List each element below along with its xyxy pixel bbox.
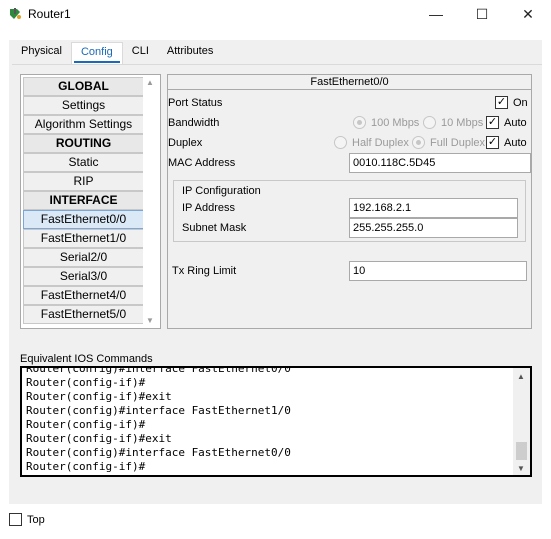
ios-commands-text: Router(config)#interface FastEthernet0/0… xyxy=(26,366,291,474)
interface-panel-title: FastEthernet0/0 xyxy=(168,75,531,90)
tx-ring-limit-label: Tx Ring Limit xyxy=(172,265,237,277)
top-label: Top xyxy=(27,514,45,526)
half-duplex-radio[interactable] xyxy=(334,136,347,149)
mac-address-label: MAC Address xyxy=(168,157,236,169)
bandwidth-label: Bandwidth xyxy=(168,117,220,129)
ip-configuration-label: IP Configuration xyxy=(182,185,261,197)
minimize-icon: — xyxy=(429,6,443,22)
close-icon: ✕ xyxy=(522,5,534,22)
port-status-on-checkbox[interactable]: ✓ xyxy=(495,96,508,109)
router-app-icon xyxy=(10,8,21,19)
sidebar-list: GLOBAL Settings Algorithm Settings ROUTING S… xyxy=(23,77,144,324)
ios-command-line: Router(config-if)# xyxy=(26,376,146,389)
ios-command-line: Router(config-if)# xyxy=(26,460,146,473)
duplex-label: Duplex xyxy=(168,137,203,149)
tab-bar: Physical Config CLI Attributes xyxy=(12,42,222,64)
sidebar-item-routing: ROUTING xyxy=(23,134,144,153)
tab-physical[interactable]: Physical xyxy=(12,42,71,64)
sidebar-item-fastethernet0-0[interactable]: FastEthernet0/0 xyxy=(23,210,144,229)
sidebar-item-algorithm-settings[interactable]: Algorithm Settings xyxy=(23,115,144,134)
tab-cli-label: CLI xyxy=(131,45,149,57)
ios-command-line: Router(config)#interface FastEthernet1/0 xyxy=(26,404,291,417)
tab-attributes-label: Attributes xyxy=(166,45,214,57)
console-scroll-up-icon[interactable]: ▲ xyxy=(517,372,525,381)
sidebar-item-interface: INTERFACE xyxy=(23,191,144,210)
tab-attributes[interactable]: Attributes xyxy=(158,42,222,64)
full-duplex-radio[interactable] xyxy=(412,136,425,149)
port-status-on-label: On xyxy=(513,97,528,109)
bandwidth-10-label: 10 Mbps xyxy=(441,117,484,129)
config-sidebar: GLOBAL Settings Algorithm Settings ROUTING S… xyxy=(20,74,161,329)
scroll-up-icon[interactable]: ▲ xyxy=(146,78,154,87)
ios-command-line: Router(config)#interface FastEthernet0/0 xyxy=(26,366,291,375)
tab-config[interactable]: Config xyxy=(70,42,123,64)
sidebar-item-serial3-0[interactable]: Serial3/0 xyxy=(23,267,144,286)
bandwidth-100-radio[interactable] xyxy=(353,116,366,129)
console-scroll-down-icon[interactable]: ▼ xyxy=(517,464,525,473)
port-status-label: Port Status xyxy=(168,97,223,109)
bandwidth-100-label: 100 Mbps xyxy=(371,117,420,129)
bandwidth-auto-checkbox[interactable]: ✓ xyxy=(486,116,499,129)
maximize-icon: ☐ xyxy=(475,5,489,22)
title-bar: Router1 — ☐ ✕ xyxy=(0,0,551,30)
tab-physical-label: Physical xyxy=(21,45,62,57)
close-button[interactable]: ✕ xyxy=(505,0,551,28)
console-scroll-thumb[interactable] xyxy=(516,442,527,460)
ios-command-line: Router(config)#interface FastEthernet0/0 xyxy=(26,446,291,459)
tab-config-label: Config xyxy=(80,46,113,58)
ios-command-line: Router(config-if)#exit xyxy=(26,432,172,445)
top-checkbox[interactable] xyxy=(9,513,22,526)
sidebar-item-fastethernet4-0[interactable]: FastEthernet4/0 xyxy=(23,286,144,305)
sidebar-item-rip[interactable]: RIP xyxy=(23,172,144,191)
tab-active-indicator xyxy=(73,61,120,63)
bandwidth-auto-label: Auto xyxy=(504,117,527,129)
scroll-down-icon[interactable]: ▼ xyxy=(146,316,154,325)
tx-ring-limit-field[interactable]: 10 xyxy=(349,261,527,281)
sidebar-item-serial2-0[interactable]: Serial2/0 xyxy=(23,248,144,267)
tab-cli[interactable]: CLI xyxy=(123,42,158,64)
subnet-mask-field[interactable]: 255.255.255.0 xyxy=(349,218,518,238)
bandwidth-10-radio[interactable] xyxy=(423,116,436,129)
ios-commands-console[interactable]: Router(config)#interface FastEthernet0/0… xyxy=(20,366,532,477)
ios-commands-label: Equivalent IOS Commands xyxy=(20,353,153,365)
full-duplex-label: Full Duplex xyxy=(430,137,486,149)
ip-address-label: IP Address xyxy=(182,202,235,214)
duplex-auto-label: Auto xyxy=(504,137,527,149)
ip-address-field[interactable]: 192.168.2.1 xyxy=(349,198,518,218)
sidebar-item-fastethernet5-0[interactable]: FastEthernet5/0 xyxy=(23,305,144,324)
sidebar-item-global: GLOBAL xyxy=(23,77,144,96)
console-scrollbar[interactable]: ▲ ▼ xyxy=(513,368,530,475)
subnet-mask-label: Subnet Mask xyxy=(182,222,247,234)
sidebar-item-settings[interactable]: Settings xyxy=(23,96,144,115)
sidebar-scrollbar[interactable]: ▲ ▼ xyxy=(143,76,159,327)
maximize-button[interactable]: ☐ xyxy=(459,0,505,28)
ios-command-line: Router(config-if)#exit xyxy=(26,390,172,403)
sidebar-item-static[interactable]: Static xyxy=(23,153,144,172)
duplex-auto-checkbox[interactable]: ✓ xyxy=(486,136,499,149)
half-duplex-label: Half Duplex xyxy=(352,137,409,149)
ios-command-line: Router(config-if)# xyxy=(26,418,146,431)
window-title: Router1 xyxy=(28,7,71,21)
mac-address-field[interactable]: 0010.118C.5D45 xyxy=(349,153,531,173)
minimize-button[interactable]: — xyxy=(413,0,459,28)
sidebar-item-fastethernet1-0[interactable]: FastEthernet1/0 xyxy=(23,229,144,248)
